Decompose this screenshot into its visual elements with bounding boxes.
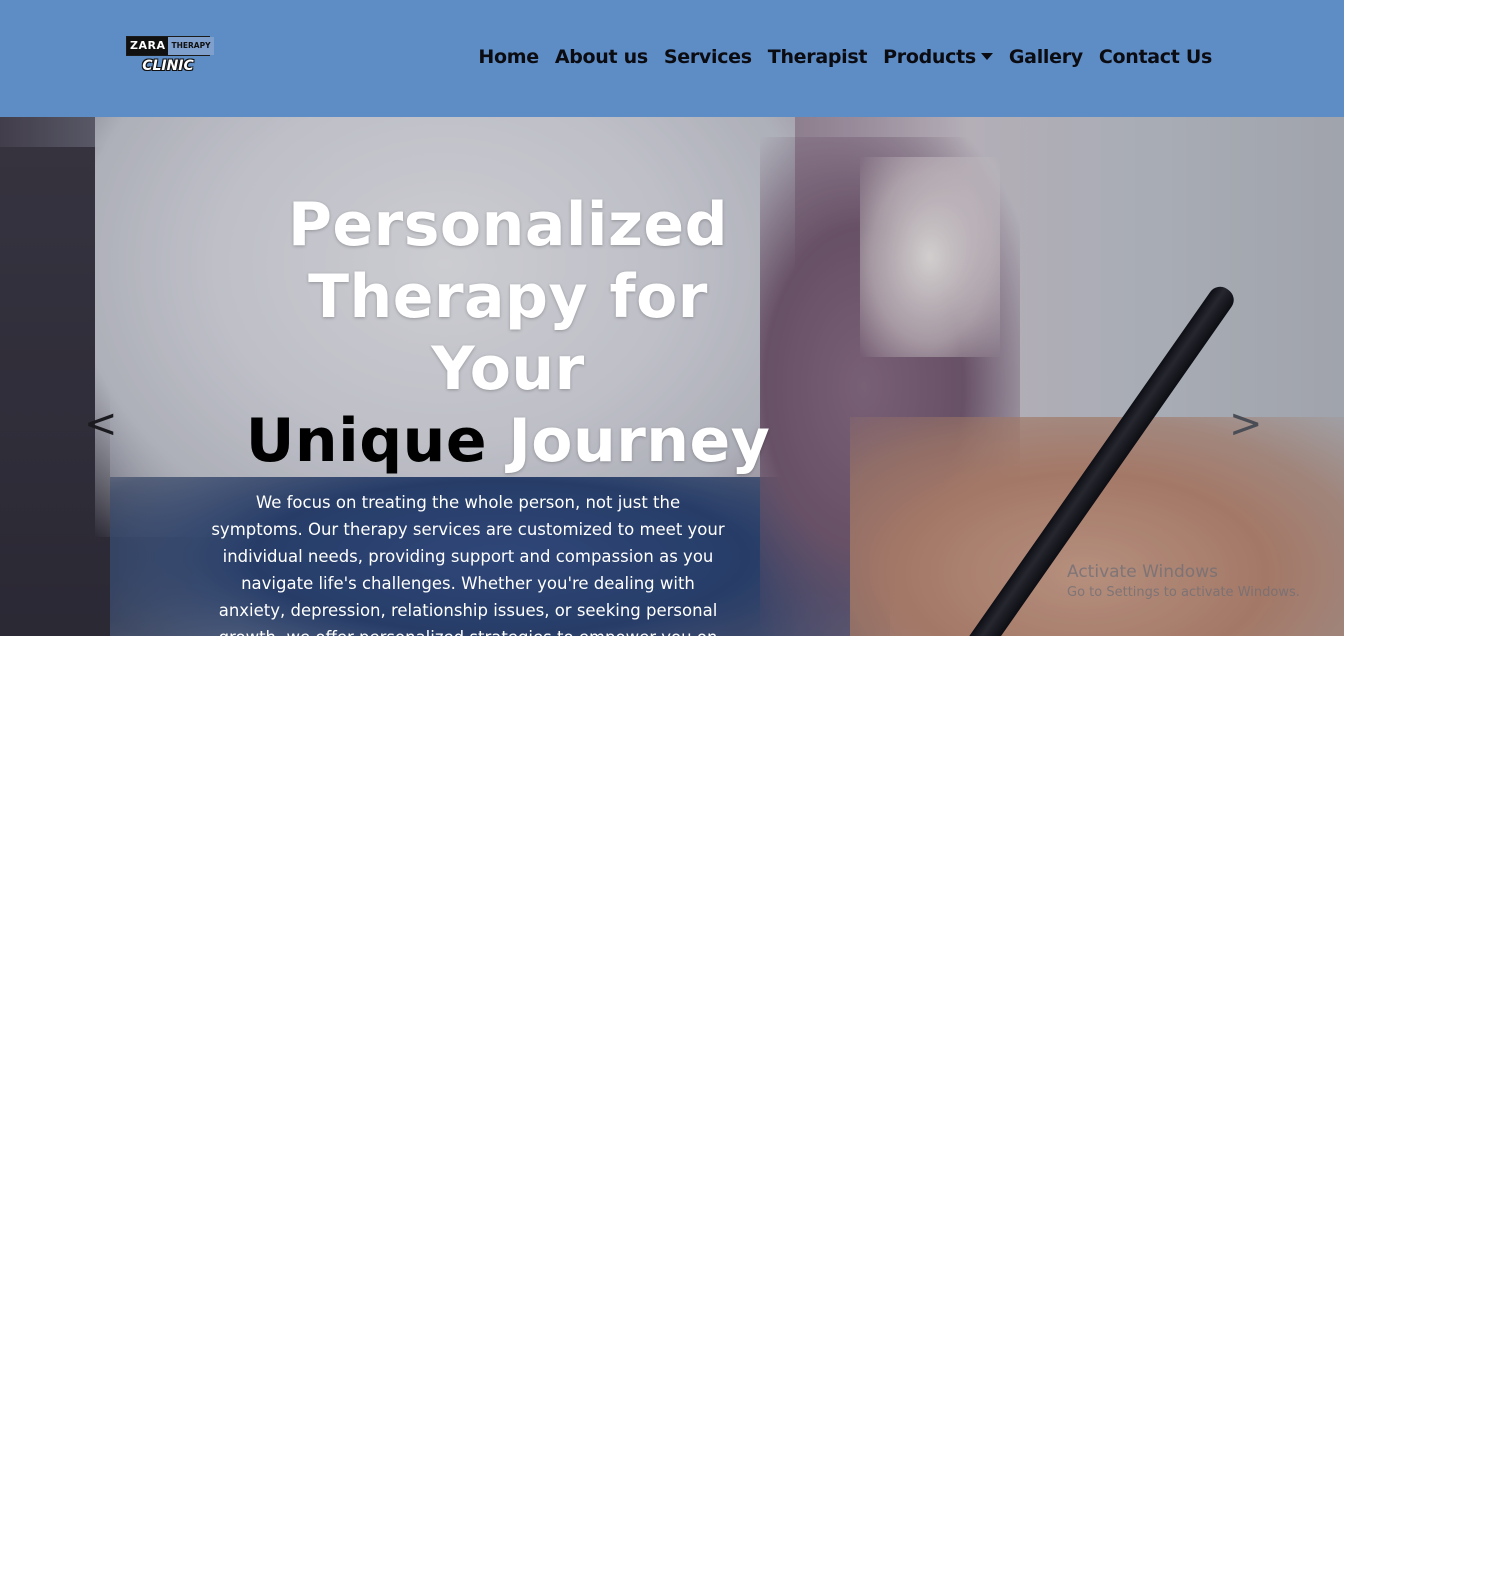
nav-services[interactable]: Services bbox=[656, 43, 760, 71]
nav-contact-us[interactable]: Contact Us bbox=[1091, 43, 1220, 71]
hero-title: Personalized Therapy for Your Unique Jou… bbox=[238, 189, 778, 477]
carousel-next-button[interactable]: > bbox=[1229, 404, 1263, 444]
logo-clinic-text: CLINIC bbox=[142, 58, 194, 74]
nav-products-label: Products bbox=[883, 46, 976, 68]
hero-title-dark-word: Unique bbox=[245, 406, 488, 476]
hero-caption: Personalized Therapy for Your Unique Jou… bbox=[211, 189, 798, 636]
carousel-prev-button[interactable]: < bbox=[84, 404, 118, 444]
nav-gallery[interactable]: Gallery bbox=[1001, 43, 1091, 71]
hero-title-last-word: Journey bbox=[508, 406, 771, 476]
caret-down-icon bbox=[980, 53, 993, 60]
watermark-title: Activate Windows bbox=[1067, 562, 1218, 582]
brand-logo[interactable]: ZARA THERAPY CLINIC bbox=[126, 36, 214, 76]
logo-therapy-text: THERAPY bbox=[168, 37, 214, 55]
logo-zara-text: ZARA bbox=[127, 37, 169, 55]
main-nav: Home About us Services Therapist Product… bbox=[470, 43, 1220, 71]
activate-windows-watermark: Activate Windows Go to Settings to activ… bbox=[1067, 560, 1300, 602]
hero-title-line1: Personalized bbox=[287, 190, 729, 260]
hero-title-line2: Therapy for Your bbox=[308, 262, 708, 404]
nav-home[interactable]: Home bbox=[470, 43, 546, 71]
nav-therapist[interactable]: Therapist bbox=[760, 43, 875, 71]
logo-top-row: ZARA THERAPY bbox=[126, 36, 214, 56]
hero-description: We focus on treating the whole person, n… bbox=[211, 493, 725, 636]
watermark-subtitle: Go to Settings to activate Windows. bbox=[1067, 585, 1300, 600]
nav-products-dropdown[interactable]: Products bbox=[875, 43, 1001, 71]
hero-carousel: Personalized Therapy for Your Unique Jou… bbox=[0, 117, 1344, 636]
nav-about-us[interactable]: About us bbox=[547, 43, 656, 71]
navbar: ZARA THERAPY CLINIC Home About us Servic… bbox=[0, 0, 1344, 117]
